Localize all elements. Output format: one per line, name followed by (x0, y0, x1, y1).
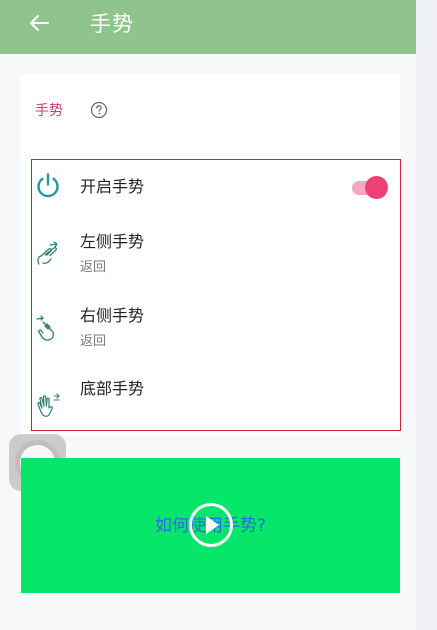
question-circle-icon[interactable] (90, 101, 108, 119)
right-gesture-label: 右侧手势 (80, 306, 145, 325)
left-gesture-action: 返回 (80, 260, 107, 275)
play-circle-icon[interactable] (188, 502, 234, 548)
gesture-list: 开启手势 左侧手势 返回 右侧手势 返回 底部手势 (31, 159, 401, 431)
section-label: 手势 (35, 103, 63, 119)
right-gesture-row[interactable]: 右侧手势 返回 (32, 296, 400, 354)
page-title: 手势 (90, 12, 134, 36)
enable-gesture-label: 开启手势 (80, 177, 145, 196)
left-gesture-row[interactable]: 左侧手势 返回 (32, 222, 400, 280)
swipe-right-hand-icon (36, 315, 55, 341)
right-gesture-action: 返回 (80, 334, 107, 349)
swipe-left-hand-icon (37, 241, 58, 265)
bottom-gesture-label: 底部手势 (80, 379, 145, 398)
enable-gesture-toggle[interactable] (352, 175, 390, 199)
power-icon (37, 173, 59, 198)
section-header: 手势 (35, 100, 108, 120)
right-gutter (416, 0, 437, 630)
app-bar: 手势 (0, 0, 416, 54)
bottom-gesture-row[interactable]: 底部手势 (32, 370, 400, 428)
left-gesture-label: 左侧手势 (80, 232, 145, 251)
gesture-tutorial-video[interactable]: 如何使用手势? (21, 458, 400, 593)
arrow-left-icon (30, 15, 49, 31)
toggle-thumb (365, 176, 388, 199)
swipe-up-hand-icon (37, 393, 60, 417)
enable-gesture-row[interactable]: 开启手势 (32, 166, 400, 208)
back-button[interactable] (24, 8, 54, 38)
